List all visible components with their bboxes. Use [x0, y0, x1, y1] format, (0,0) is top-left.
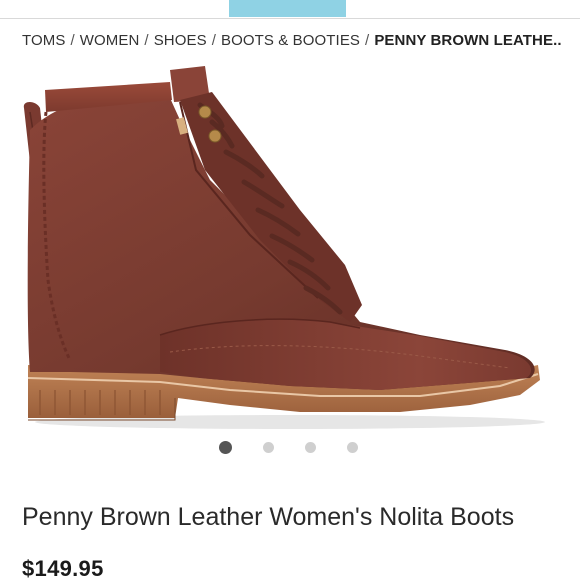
breadcrumb-item-boots-booties[interactable]: BOOTS & BOOTIES	[221, 32, 360, 49]
carousel-dot-1[interactable]	[219, 441, 232, 454]
carousel-dot-3[interactable]	[305, 442, 316, 453]
product-page: TOMS / WOMEN / SHOES / BOOTS & BOOTIES / PENNY B…	[0, 0, 580, 580]
carousel-dot-2[interactable]	[263, 442, 274, 453]
breadcrumb-item-women[interactable]: WOMEN	[80, 32, 140, 49]
breadcrumb-current: PENNY BROWN LEATHE...	[374, 32, 562, 49]
breadcrumb: TOMS / WOMEN / SHOES / BOOTS & BOOTIES / PENNY B…	[22, 32, 562, 49]
product-price: $149.95	[22, 556, 104, 580]
breadcrumb-separator: /	[144, 32, 149, 49]
image-carousel-dots	[0, 441, 580, 455]
breadcrumb-item-shoes[interactable]: SHOES	[154, 32, 207, 49]
product-title: Penny Brown Leather Women's Nolita Boots	[22, 502, 515, 531]
active-tab-indicator[interactable]	[229, 0, 346, 17]
breadcrumb-separator: /	[70, 32, 75, 49]
boot-product-image[interactable]	[0, 60, 580, 435]
top-bar	[0, 0, 580, 19]
breadcrumb-separator: /	[365, 32, 370, 49]
breadcrumb-separator: /	[211, 32, 216, 49]
breadcrumb-item-toms[interactable]: TOMS	[22, 32, 65, 49]
carousel-dot-4[interactable]	[347, 442, 358, 453]
